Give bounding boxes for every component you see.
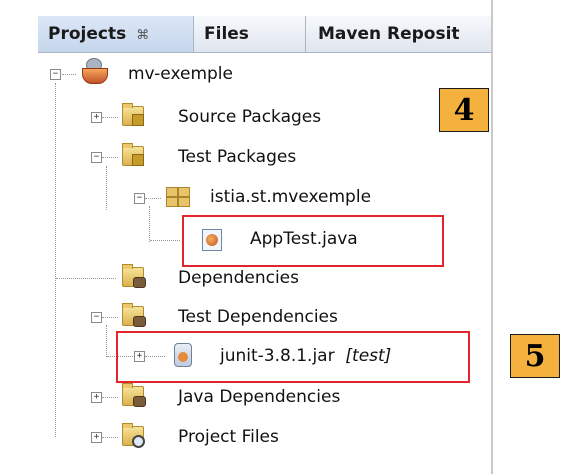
tree-connector — [145, 198, 161, 199]
tree-connector — [106, 166, 107, 210]
tree-item-source-packages[interactable]: Source Packages — [178, 101, 321, 133]
expand-toggle[interactable]: + — [91, 392, 102, 403]
collapse-toggle[interactable]: − — [134, 193, 145, 204]
tree-item-project-files[interactable]: Project Files — [178, 421, 279, 453]
collapse-toggle[interactable]: − — [91, 152, 102, 163]
source-packages-label: Source Packages — [178, 107, 322, 127]
tree-connector — [149, 206, 150, 242]
dependencies-folder-icon — [122, 264, 146, 288]
tree-connector — [106, 325, 107, 357]
test-dependencies-label: Test Dependencies — [178, 307, 338, 327]
callout-badge: 5 — [510, 334, 560, 378]
tree-connector — [150, 240, 180, 241]
tree-connector — [102, 397, 118, 398]
tree-connector — [56, 278, 116, 279]
tab-maven-label: Maven Reposit — [318, 24, 460, 44]
callout-badge: 4 — [439, 88, 489, 132]
tree-item-package[interactable]: istia.st.mvexemple — [210, 181, 371, 213]
tab-projects[interactable]: Projects ⌘ — [38, 16, 194, 52]
tab-files[interactable]: Files — [194, 16, 306, 52]
test-packages-folder-icon — [122, 143, 144, 166]
tree-item-java-dependencies[interactable]: Java Dependencies — [178, 381, 340, 413]
highlight-box-junit — [116, 331, 470, 383]
expand-toggle[interactable]: + — [91, 112, 102, 123]
tab-bar: Projects ⌘ Files Maven Reposit — [38, 16, 492, 53]
tab-files-label: Files — [204, 24, 249, 44]
project-files-label: Project Files — [178, 427, 279, 447]
package-label: istia.st.mvexemple — [210, 187, 372, 207]
java-dependencies-label: Java Dependencies — [178, 387, 341, 407]
test-dependencies-folder-icon — [122, 303, 146, 327]
tree-item-project[interactable]: mv-exemple — [128, 58, 233, 90]
package-icon — [166, 187, 190, 207]
java-dependencies-folder-icon — [122, 383, 146, 407]
expand-toggle[interactable]: + — [91, 432, 102, 443]
tab-projects-label: Projects — [48, 24, 127, 44]
tree-connector — [102, 157, 118, 158]
collapse-toggle[interactable]: − — [91, 312, 102, 323]
tree-item-test-packages[interactable]: Test Packages — [178, 141, 296, 173]
maven-project-icon — [76, 58, 112, 86]
source-packages-folder-icon — [122, 103, 144, 126]
tree-item-test-dependencies[interactable]: Test Dependencies — [178, 301, 338, 333]
project-files-folder-icon — [122, 423, 145, 448]
tree-connector — [102, 117, 118, 118]
project-label: mv-exemple — [128, 64, 233, 84]
highlight-box-apptest — [182, 215, 444, 267]
tree-connector — [102, 317, 118, 318]
tab-maven-repositories[interactable]: Maven Reposit — [306, 16, 492, 52]
panel-border — [491, 0, 493, 474]
tree-connector — [62, 74, 76, 75]
test-packages-label: Test Packages — [178, 147, 297, 167]
collapse-toggle[interactable]: − — [50, 69, 61, 80]
tree-connector — [102, 437, 118, 438]
tree-connector — [55, 83, 56, 437]
tab-close-icon[interactable]: ⌘ — [136, 28, 149, 43]
